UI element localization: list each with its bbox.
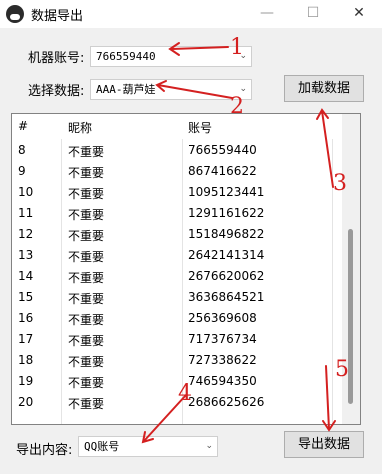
- window-title: 数据导出: [31, 9, 84, 24]
- cell-index: 16: [18, 311, 34, 325]
- cell-account: 2642141314: [188, 248, 265, 262]
- header-nickname[interactable]: 昵称: [68, 119, 92, 136]
- vertical-scrollbar[interactable]: [342, 114, 360, 424]
- table-header: # 昵称 账号: [12, 114, 342, 139]
- table-row[interactable]: 13 不重要 2642141314: [12, 245, 342, 266]
- export-content-combobox[interactable]: QQ账号 ⌄: [78, 436, 218, 457]
- table-row[interactable]: 16 不重要 256369608: [12, 308, 342, 329]
- cell-index: 9: [18, 164, 26, 178]
- export-content-label: 导出内容:: [16, 443, 73, 458]
- header-index[interactable]: #: [18, 119, 28, 133]
- cell-account: 1518496822: [188, 227, 265, 241]
- table-row[interactable]: 15 不重要 3636864521: [12, 287, 342, 308]
- cell-nickname: 不重要: [68, 334, 105, 348]
- table-row[interactable]: 8 不重要 766559440: [12, 140, 342, 161]
- data-select-combobox[interactable]: AAA-葫芦娃 ⌄: [90, 79, 252, 100]
- cell-account: 717376734: [188, 332, 257, 346]
- table-row[interactable]: 17 不重要 717376734: [12, 329, 342, 350]
- table-row[interactable]: 20 不重要 2686625626: [12, 392, 342, 413]
- cell-account: 867416622: [188, 164, 257, 178]
- cell-index: 13: [18, 248, 34, 262]
- maximize-button[interactable]: ☐: [290, 0, 336, 28]
- scrollbar-thumb[interactable]: [348, 229, 353, 404]
- cell-account: 727338622: [188, 353, 257, 367]
- cell-nickname: 不重要: [68, 250, 105, 264]
- table-row[interactable]: 11 不重要 1291161622: [12, 203, 342, 224]
- cell-index: 11: [18, 206, 34, 220]
- cell-nickname: 不重要: [68, 355, 105, 369]
- minimize-button[interactable]: —: [244, 0, 290, 28]
- table-row[interactable]: 12 不重要 1518496822: [12, 224, 342, 245]
- load-data-button[interactable]: 加载数据: [284, 75, 364, 102]
- cell-nickname: 不重要: [68, 397, 105, 411]
- cell-index: 20: [18, 395, 34, 409]
- cell-account: 2676620062: [188, 269, 265, 283]
- export-data-button[interactable]: 导出数据: [284, 431, 364, 458]
- cell-index: 8: [18, 143, 26, 157]
- header-account[interactable]: 账号: [188, 119, 212, 136]
- cell-account: 256369608: [188, 311, 257, 325]
- cell-account: 746594350: [188, 374, 257, 388]
- chevron-down-icon: ⌄: [239, 84, 247, 94]
- cell-nickname: 不重要: [68, 229, 105, 243]
- cell-index: 19: [18, 374, 34, 388]
- cell-nickname: 不重要: [68, 145, 105, 159]
- table-row[interactable]: 10 不重要 1095123441: [12, 182, 342, 203]
- table-row[interactable]: 9 不重要 867416622: [12, 161, 342, 182]
- cell-index: 12: [18, 227, 34, 241]
- cell-index: 18: [18, 353, 34, 367]
- export-content-value: QQ账号: [84, 440, 120, 453]
- cell-nickname: 不重要: [68, 271, 105, 285]
- cell-account: 2686625626: [188, 395, 265, 409]
- title-bar: 数据导出 — ☐ ✕: [0, 0, 382, 28]
- select-data-value: AAA-葫芦娃: [96, 83, 156, 96]
- table-row[interactable]: 14 不重要 2676620062: [12, 266, 342, 287]
- cell-index: 17: [18, 332, 34, 346]
- account-combobox[interactable]: 766559440 ⌄: [90, 46, 252, 67]
- close-button[interactable]: ✕: [336, 0, 382, 28]
- cell-account: 1095123441: [188, 185, 265, 199]
- cell-nickname: 不重要: [68, 166, 105, 180]
- cell-account: 1291161622: [188, 206, 265, 220]
- cell-index: 14: [18, 269, 34, 283]
- cell-index: 15: [18, 290, 34, 304]
- cell-nickname: 不重要: [68, 187, 105, 201]
- cell-nickname: 不重要: [68, 376, 105, 390]
- account-label: 机器账号:: [28, 51, 85, 66]
- data-table[interactable]: # 昵称 账号 8 不重要 766559440 9 不重要 867416622 10 不重要 1…: [11, 113, 361, 425]
- cell-nickname: 不重要: [68, 292, 105, 306]
- table-row[interactable]: 18 不重要 727338622: [12, 350, 342, 371]
- select-data-label: 选择数据:: [28, 84, 85, 99]
- cell-account: 766559440: [188, 143, 257, 157]
- table-row[interactable]: 19 不重要 746594350: [12, 371, 342, 392]
- cell-nickname: 不重要: [68, 313, 105, 327]
- chevron-down-icon: ⌄: [205, 441, 213, 451]
- cell-index: 10: [18, 185, 34, 199]
- chevron-down-icon: ⌄: [239, 51, 247, 61]
- cell-nickname: 不重要: [68, 208, 105, 222]
- account-value: 766559440: [96, 50, 156, 63]
- cell-account: 3636864521: [188, 290, 265, 304]
- app-penguin-icon: [6, 5, 24, 23]
